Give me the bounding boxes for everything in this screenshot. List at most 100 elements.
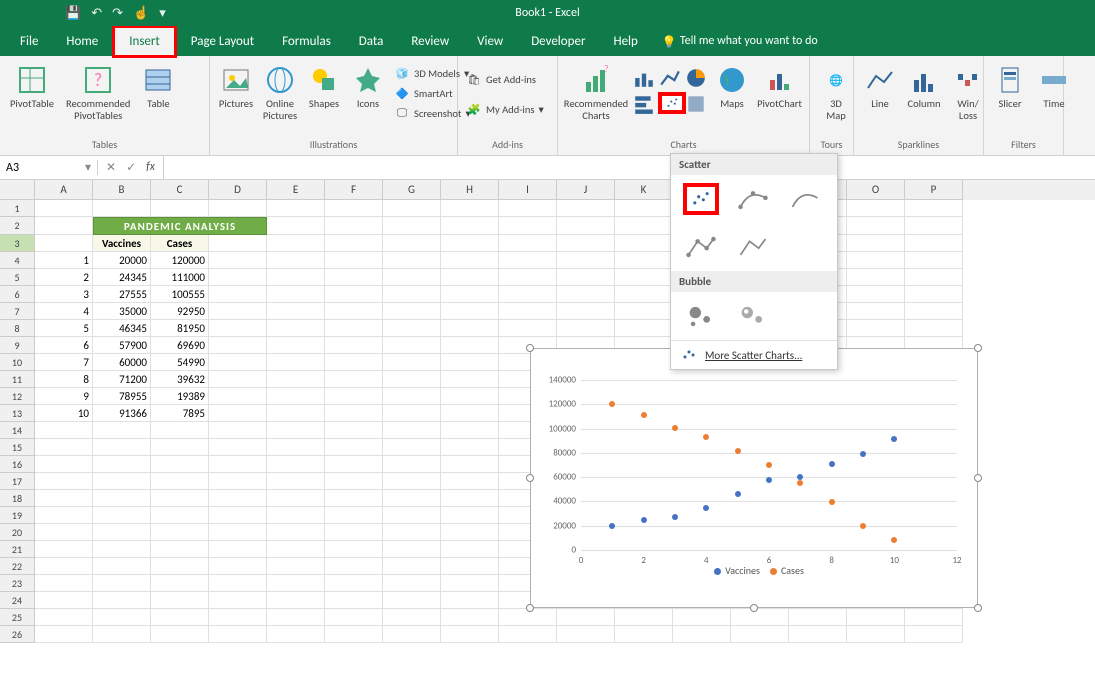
data-point[interactable] xyxy=(703,434,709,440)
cell[interactable] xyxy=(615,609,673,626)
row-header[interactable]: 4 xyxy=(0,252,35,269)
cell[interactable] xyxy=(35,609,93,626)
scatter-plain-option[interactable] xyxy=(683,183,719,215)
cell[interactable] xyxy=(499,320,557,337)
cell[interactable] xyxy=(325,337,383,354)
cell[interactable] xyxy=(267,388,325,405)
cell[interactable] xyxy=(35,456,93,473)
cell[interactable] xyxy=(267,456,325,473)
cell[interactable] xyxy=(383,422,441,439)
cell[interactable] xyxy=(383,558,441,575)
cell[interactable] xyxy=(325,405,383,422)
cell[interactable] xyxy=(325,609,383,626)
cell[interactable] xyxy=(441,303,499,320)
cell[interactable] xyxy=(267,303,325,320)
my-addins-button[interactable]: 🧩My Add-ins▾ xyxy=(464,100,546,118)
data-point[interactable] xyxy=(766,462,772,468)
cell[interactable] xyxy=(325,354,383,371)
cell[interactable] xyxy=(151,609,209,626)
cell[interactable] xyxy=(325,575,383,592)
cell[interactable] xyxy=(93,490,151,507)
cell[interactable] xyxy=(35,490,93,507)
cell[interactable] xyxy=(267,575,325,592)
data-point[interactable] xyxy=(829,461,835,467)
cell[interactable] xyxy=(209,286,267,303)
cell[interactable] xyxy=(325,320,383,337)
save-icon[interactable]: 💾 xyxy=(65,6,81,21)
touch-mode-icon[interactable]: ☝ xyxy=(133,6,149,21)
tab-insert[interactable]: Insert xyxy=(112,25,177,58)
data-point[interactable] xyxy=(829,499,835,505)
cell[interactable] xyxy=(383,405,441,422)
cell[interactable] xyxy=(35,592,93,609)
cell[interactable] xyxy=(325,473,383,490)
row-header[interactable]: 22 xyxy=(0,558,35,575)
cell[interactable] xyxy=(325,217,383,235)
cell[interactable] xyxy=(383,473,441,490)
cell[interactable] xyxy=(209,490,267,507)
cell[interactable] xyxy=(615,626,673,643)
cell[interactable] xyxy=(383,200,441,217)
cell[interactable] xyxy=(325,626,383,643)
column-header[interactable]: A xyxy=(35,180,93,200)
cell[interactable] xyxy=(905,286,963,303)
row-header[interactable]: 3 xyxy=(0,235,35,252)
cell[interactable] xyxy=(673,626,731,643)
cell[interactable] xyxy=(267,235,325,252)
cell[interactable]: 7895 xyxy=(151,405,209,422)
row-header[interactable]: 26 xyxy=(0,626,35,643)
cell[interactable] xyxy=(615,303,673,320)
3d-map-button[interactable]: 🌐3D Map xyxy=(816,62,856,123)
resize-handle[interactable] xyxy=(974,604,982,612)
cell[interactable] xyxy=(35,235,93,252)
cell[interactable] xyxy=(905,235,963,252)
cell[interactable]: Cases xyxy=(151,235,209,252)
table-button[interactable]: Table xyxy=(138,62,178,112)
tab-page-layout[interactable]: Page Layout xyxy=(177,28,268,55)
cell[interactable] xyxy=(383,252,441,269)
row-header[interactable]: 15 xyxy=(0,439,35,456)
cell[interactable] xyxy=(905,320,963,337)
cell[interactable]: 91366 xyxy=(93,405,151,422)
resize-handle[interactable] xyxy=(974,344,982,352)
row-header[interactable]: 14 xyxy=(0,422,35,439)
cell[interactable] xyxy=(267,337,325,354)
cell[interactable] xyxy=(209,320,267,337)
cell[interactable] xyxy=(441,252,499,269)
cell[interactable] xyxy=(35,524,93,541)
tell-me-search[interactable]: 💡 Tell me what you want to do xyxy=(662,34,818,48)
data-point[interactable] xyxy=(735,491,741,497)
column-header[interactable]: E xyxy=(267,180,325,200)
cell[interactable] xyxy=(441,592,499,609)
cell[interactable]: 78955 xyxy=(93,388,151,405)
cell[interactable]: 10 xyxy=(35,405,93,422)
row-header[interactable]: 19 xyxy=(0,507,35,524)
row-header[interactable]: 8 xyxy=(0,320,35,337)
cell[interactable] xyxy=(209,388,267,405)
cell[interactable]: 46345 xyxy=(93,320,151,337)
cell[interactable] xyxy=(789,626,847,643)
cell[interactable] xyxy=(267,371,325,388)
data-point[interactable] xyxy=(672,514,678,520)
cell[interactable] xyxy=(441,200,499,217)
data-point[interactable] xyxy=(860,451,866,457)
cell[interactable] xyxy=(441,558,499,575)
cell[interactable] xyxy=(499,286,557,303)
cell[interactable] xyxy=(325,422,383,439)
cell[interactable] xyxy=(441,217,499,235)
cell[interactable] xyxy=(615,252,673,269)
row-header[interactable]: 7 xyxy=(0,303,35,320)
bar-chart-btn[interactable] xyxy=(632,92,656,116)
cell[interactable] xyxy=(325,286,383,303)
cell[interactable] xyxy=(499,200,557,217)
resize-handle[interactable] xyxy=(526,344,534,352)
cell[interactable] xyxy=(789,609,847,626)
cell[interactable] xyxy=(267,320,325,337)
cell[interactable] xyxy=(267,252,325,269)
tab-view[interactable]: View xyxy=(463,28,517,55)
cell[interactable] xyxy=(151,439,209,456)
customize-qat-icon[interactable]: ▾ xyxy=(159,6,166,21)
cell[interactable] xyxy=(93,473,151,490)
cell[interactable] xyxy=(267,217,325,235)
cell[interactable] xyxy=(151,473,209,490)
